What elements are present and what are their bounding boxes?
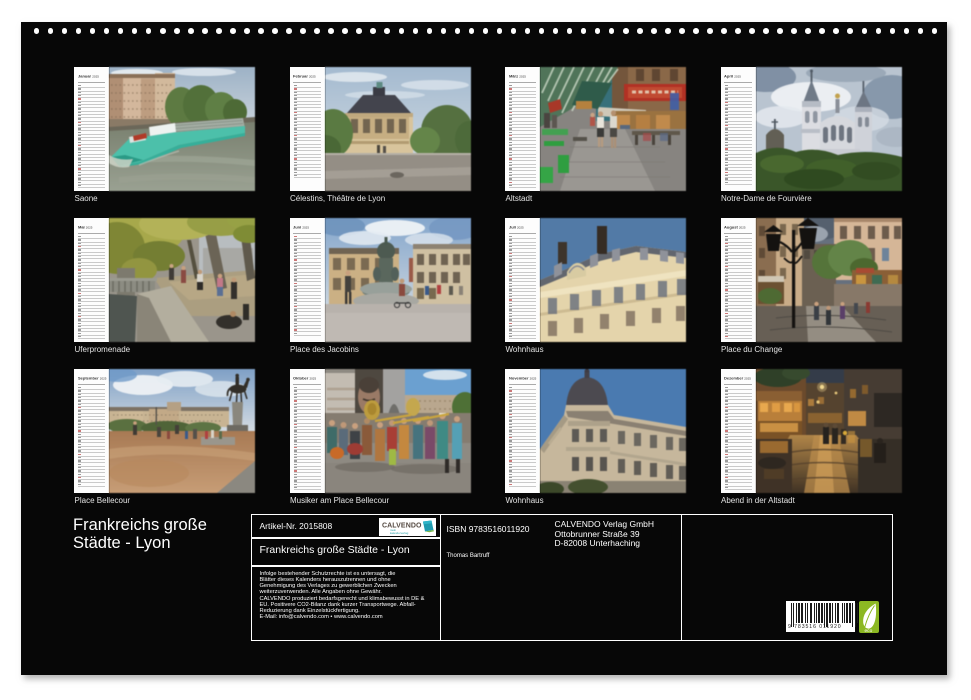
svg-text:eco: eco — [864, 629, 872, 634]
